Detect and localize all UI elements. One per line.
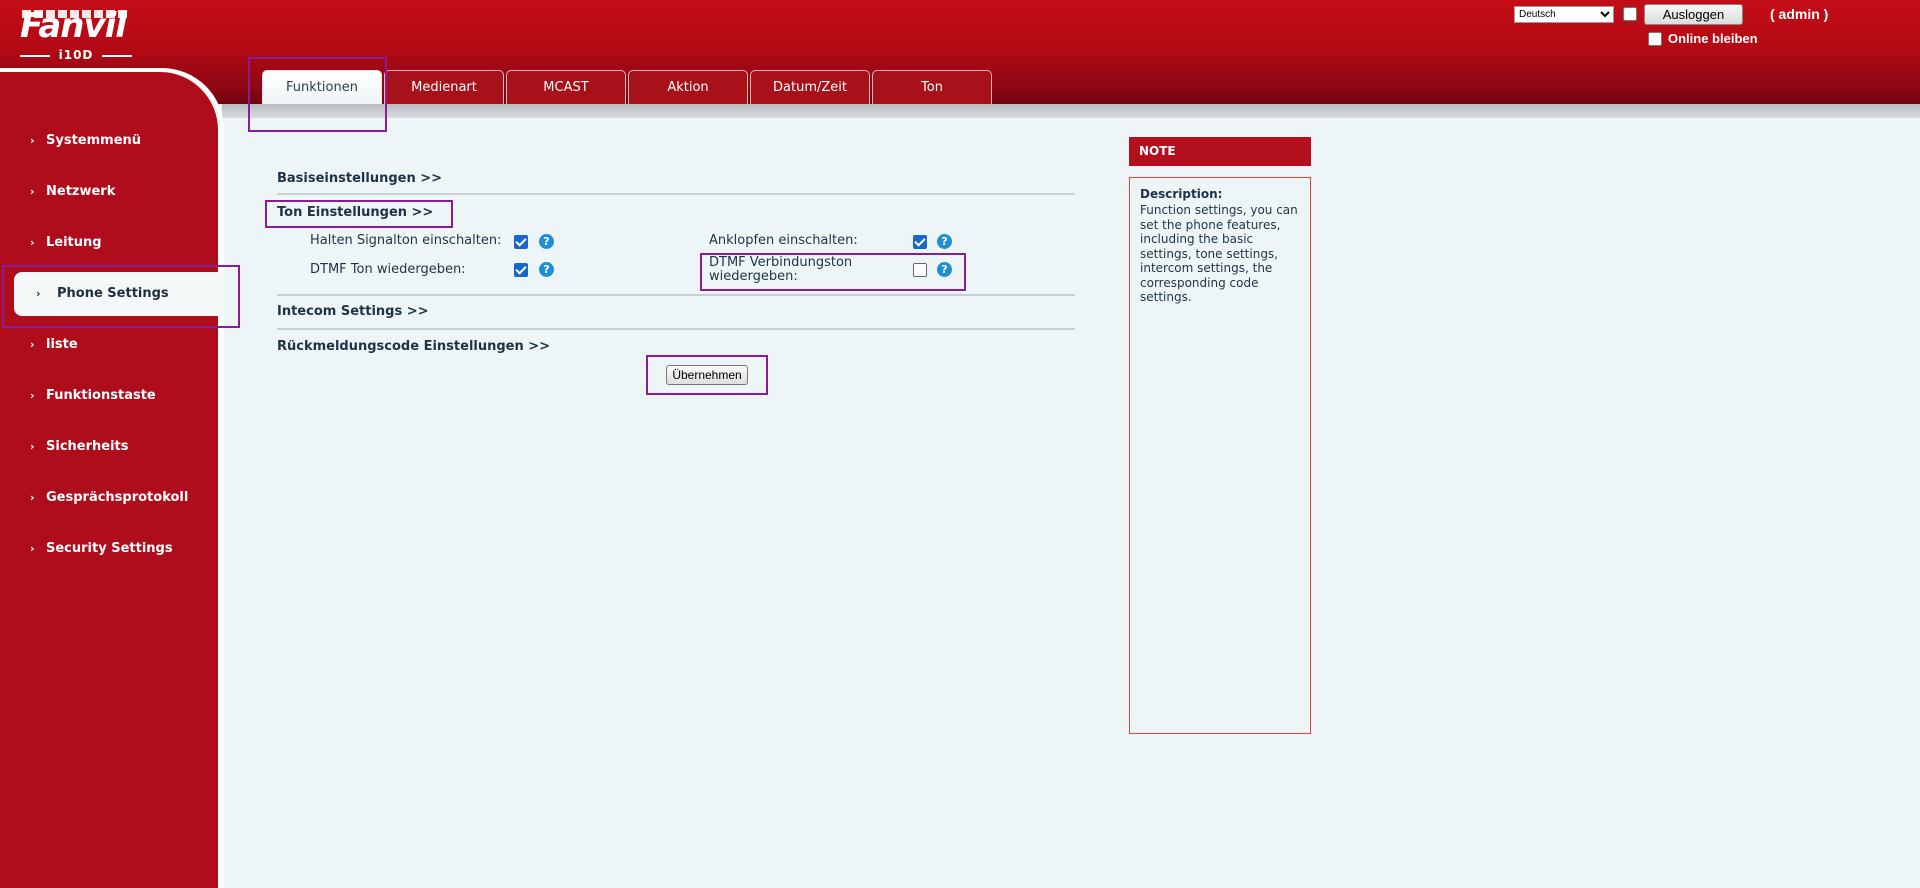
tab-mcast[interactable]: MCAST [506,70,626,106]
sidebar-item-label: Leitung [46,235,102,250]
field-label-anklopfen: Anklopfen einschalten: [709,233,858,248]
chevron-right-icon: › [30,491,35,504]
section-intecom-settings[interactable]: Intecom Settings >> [277,304,429,319]
tab-strip-bar [222,104,1920,118]
section-basiseinstellungen[interactable]: Basiseinstellungen >> [277,171,442,186]
sidebar-item-liste[interactable]: › liste [0,323,222,367]
header-checkbox[interactable] [1623,7,1637,21]
help-icon[interactable]: ? [539,234,554,249]
section-rueckmeldungscode[interactable]: Rückmeldungscode Einstellungen >> [277,339,550,354]
section-divider [277,328,1075,330]
dtmf-ton-checkbox[interactable] [514,263,528,277]
tab-medienart[interactable]: Medienart [384,70,504,106]
sidebar-item-leitung[interactable]: › Leitung [0,221,222,265]
note-title: Description: [1140,187,1223,201]
sidebar-item-gespraechsprotokoll[interactable]: › Gesprächsprotokoll [0,476,222,520]
sidebar: › Systemmenü › Netzwerk › Leitung › Phon… [0,68,224,888]
sidebar-item-label: Netzwerk [46,184,116,199]
chevron-right-icon: › [30,440,35,453]
chevron-right-icon: › [30,338,35,351]
note-header: NOTE [1129,137,1311,166]
admin-user-label: ( admin ) [1770,6,1829,22]
sidebar-item-sicherheits[interactable]: › Sicherheits [0,425,222,469]
anklopfen-checkbox[interactable] [913,235,927,249]
sidebar-item-systemmenu[interactable]: › Systemmenü [0,119,222,163]
sidebar-item-label: Security Settings [46,541,173,556]
note-panel: Description: Function settings, you can … [1129,177,1311,734]
chevron-right-icon: › [30,236,35,249]
highlight-ton-einstellungen [265,200,453,228]
sidebar-item-funktionstaste[interactable]: › Funktionstaste [0,374,222,418]
tab-ton[interactable]: Ton [872,70,992,106]
section-divider [277,294,1075,296]
logout-button[interactable]: Ausloggen [1644,4,1743,25]
highlight-apply-button [646,355,768,395]
field-label-dtmf-ton: DTMF Ton wiedergeben: [310,262,466,277]
help-icon[interactable]: ? [539,262,554,277]
sidebar-item-label: Systemmenü [46,133,142,148]
chevron-right-icon: › [30,389,35,402]
help-icon[interactable]: ? [937,234,952,249]
logo-stripes [22,10,130,18]
tab-datum-zeit[interactable]: Datum/Zeit [750,70,870,106]
logo-model-text: i10D [20,48,132,62]
sidebar-item-label: Sicherheits [46,439,129,454]
sidebar-item-netzwerk[interactable]: › Netzwerk [0,170,222,214]
halten-signalton-checkbox[interactable] [514,235,528,249]
highlight-dtmf-verbindungston [700,253,966,291]
sidebar-item-label: liste [46,337,78,352]
language-select[interactable]: Deutsch [1514,6,1614,23]
highlight-tab-funktionen [248,57,387,132]
fanvil-logo: Fanvil i10D [20,6,132,62]
sidebar-item-label: Gesprächsprotokoll [46,490,189,505]
note-description: Function settings, you can set the phone… [1140,203,1298,304]
stay-online-label: Online bleiben [1668,31,1758,46]
sidebar-item-label: Funktionstaste [46,388,156,403]
tab-aktion[interactable]: Aktion [628,70,748,106]
field-label-halten-signalton: Halten Signalton einschalten: [310,233,502,248]
chevron-right-icon: › [30,134,35,147]
chevron-right-icon: › [30,542,35,555]
section-divider [277,193,1075,195]
chevron-right-icon: › [30,185,35,198]
sidebar-item-security-settings[interactable]: › Security Settings [0,527,222,571]
highlight-phone-settings [2,265,240,328]
stay-online-checkbox[interactable] [1648,32,1662,46]
